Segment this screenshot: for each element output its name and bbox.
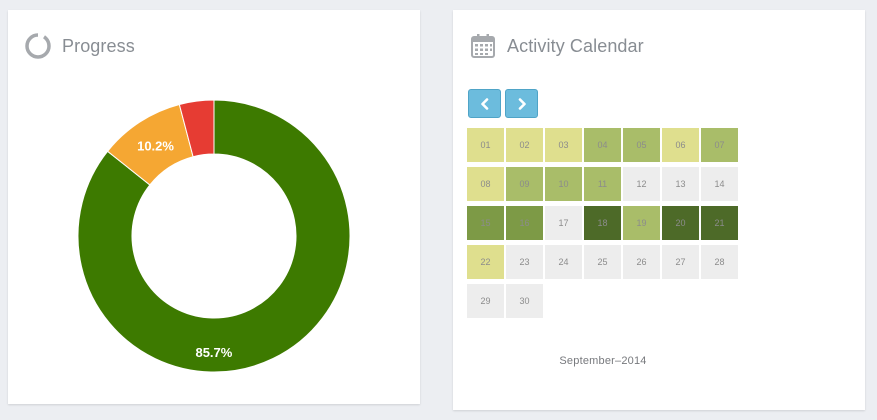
calendar-day[interactable]: 25 — [584, 245, 621, 279]
donut-slice-label-1: 10.2% — [137, 138, 174, 153]
calendar-day[interactable]: 02 — [506, 128, 543, 162]
calendar-day[interactable]: 23 — [506, 245, 543, 279]
chevron-left-icon — [480, 97, 488, 110]
calendar-day[interactable]: 09 — [506, 167, 543, 201]
calendar-day[interactable]: 19 — [623, 206, 660, 240]
progress-card: Progress 85.7% 10.2% — [8, 10, 420, 404]
calendar-day[interactable]: 12 — [623, 167, 660, 201]
calendar-title: Activity Calendar — [507, 35, 644, 56]
calendar-day[interactable]: 30 — [506, 284, 543, 318]
calendar-day[interactable]: 29 — [467, 284, 504, 318]
calendar-day[interactable]: 15 — [467, 206, 504, 240]
calendar-day[interactable]: 03 — [545, 128, 582, 162]
calendar-day[interactable]: 21 — [701, 206, 738, 240]
calendar-day[interactable]: 04 — [584, 128, 621, 162]
calendar-day[interactable]: 07 — [701, 128, 738, 162]
calendar-day[interactable]: 05 — [623, 128, 660, 162]
calendar-day[interactable]: 24 — [545, 245, 582, 279]
calendar-day[interactable]: 26 — [623, 245, 660, 279]
calendar-day[interactable]: 18 — [584, 206, 621, 240]
calendar-day[interactable]: 11 — [584, 167, 621, 201]
calendar-day[interactable]: 06 — [662, 128, 699, 162]
calendar-day[interactable]: 27 — [662, 245, 699, 279]
calendar-day[interactable]: 22 — [467, 245, 504, 279]
month-label: September–2014 — [559, 355, 647, 367]
calendar-day[interactable]: 10 — [545, 167, 582, 201]
calendar-day[interactable]: 17 — [545, 206, 582, 240]
calendar-day[interactable]: 16 — [506, 206, 543, 240]
calendar-header: Activity Calendar — [469, 32, 644, 60]
chevron-right-icon — [518, 97, 526, 110]
calendar-day[interactable]: 14 — [701, 167, 738, 201]
calendar-icon — [469, 32, 497, 60]
calendar-day[interactable]: 20 — [662, 206, 699, 240]
calendar-grid: 01 02 03 04 05 06 07 08 09 10 11 12 13 14 15 16 17 18 19 20… — [467, 128, 740, 324]
next-month-button[interactable] — [505, 89, 538, 118]
donut-slice-label-0: 85.7% — [195, 345, 232, 360]
previous-month-button[interactable] — [468, 89, 501, 118]
calendar-day[interactable]: 01 — [467, 128, 504, 162]
calendar-day[interactable]: 08 — [467, 167, 504, 201]
calendar-day[interactable]: 13 — [662, 167, 699, 201]
activity-calendar-card: Activity Calendar 01 02 03 04 05 06 07 08 09 10 11… — [453, 10, 865, 410]
progress-donut-chart: 85.7% 10.2% — [77, 99, 351, 373]
calendar-day[interactable]: 28 — [701, 245, 738, 279]
